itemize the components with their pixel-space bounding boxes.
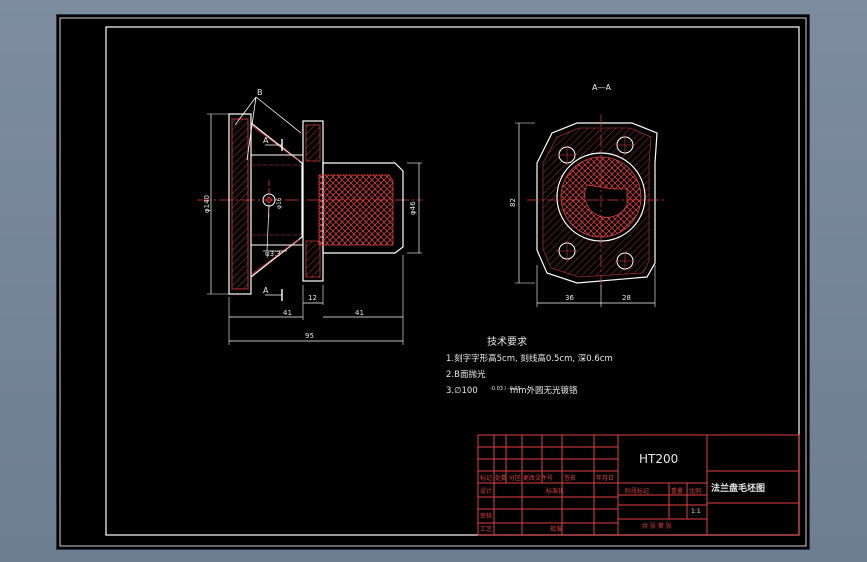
dim-dia-outer: φ140 (203, 195, 211, 213)
cad-drawing-sheet: B A A φ140 φ16 φ46 φ3.3 41 41 12 95 A—A (57, 15, 809, 549)
tech-line-3b: mm外圆无光镀铬 (510, 385, 578, 396)
drawing-frame (105, 26, 800, 536)
row-label-5: 年月日 (596, 474, 614, 482)
dim-95: 95 (305, 332, 314, 340)
drawing-canvas: B A A φ140 φ16 φ46 φ3.3 41 41 12 95 A—A (59, 17, 807, 547)
dim-28: 28 (622, 294, 631, 302)
label-approve: 批准 (550, 525, 562, 533)
section-mark-bottom: A (263, 286, 269, 295)
surface-mark-b: B (257, 88, 263, 97)
section-label-aa: A—A (592, 83, 611, 92)
tech-title: 技术要求 (487, 335, 527, 348)
dim-41-left: 41 (283, 309, 292, 317)
dim-hole: φ3.3 (265, 250, 281, 258)
label-sheet: 共 张 第 张 (642, 522, 672, 530)
label-weight: 重量 (671, 487, 683, 495)
label-process: 工艺 (480, 525, 492, 533)
sheet-border (59, 17, 807, 547)
scale-value: 1:1 (691, 508, 701, 515)
row-label-1: 处数 (495, 474, 507, 482)
title-material: HT200 (639, 452, 678, 466)
title-drawing-name: 法兰盘毛坯图 (711, 482, 765, 494)
label-standard: 标准化 (546, 487, 564, 495)
dim-12: 12 (308, 294, 317, 302)
dim-dia-right: φ46 (409, 201, 417, 215)
dim-dia-mid: φ16 (276, 197, 283, 209)
label-review: 审核 (480, 512, 492, 520)
label-scale: 比例 (689, 487, 701, 495)
dim-36: 36 (565, 294, 574, 302)
row-label-0: 标记 (480, 474, 492, 482)
row-label-4: 签名 (564, 474, 576, 482)
tech-line-3a: 3.∅100 (446, 386, 478, 396)
tech-line-1: 1.刻字字形高5cm, 刻线高0.5cm, 深0.6cm (446, 353, 613, 364)
tech-line-2: 2.B面抛光 (446, 369, 486, 380)
section-aa-view (515, 115, 667, 307)
row-label-3: 更改文件号 (523, 474, 553, 482)
section-mark-top: A (263, 136, 269, 145)
dim-82: 82 (509, 198, 517, 207)
label-design: 设计 (480, 487, 492, 495)
label-stage: 阶段标记 (625, 487, 649, 495)
front-section-view (197, 96, 422, 345)
row-label-2: 分区 (509, 474, 521, 482)
dim-41-right: 41 (355, 309, 364, 317)
